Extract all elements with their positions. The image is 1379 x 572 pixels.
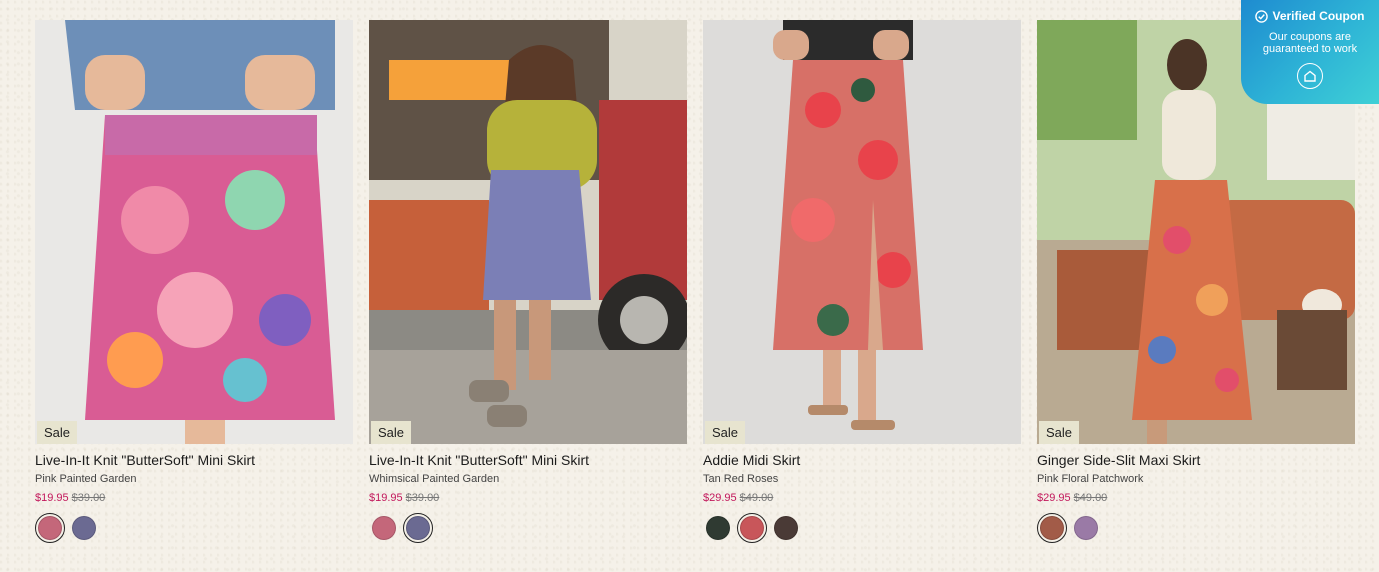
product-prices: $29.95 $49.00 bbox=[1037, 492, 1355, 504]
original-price: $49.00 bbox=[739, 492, 774, 504]
swatch-dot bbox=[372, 516, 396, 540]
sale-price: $29.95 bbox=[703, 492, 737, 504]
product-title[interactable]: Addie Midi Skirt bbox=[703, 451, 1021, 469]
check-circle-icon bbox=[1255, 9, 1269, 23]
product-image[interactable]: Sale bbox=[703, 20, 1021, 444]
product-color-name: Tan Red Roses bbox=[703, 473, 779, 485]
color-swatch-purple-patchwork[interactable] bbox=[1071, 513, 1101, 543]
coupon-title-row: Verified Coupon bbox=[1241, 9, 1379, 23]
product-title[interactable]: Live-In-It Knit "ButterSoft" Mini Skirt bbox=[35, 451, 353, 469]
color-swatches bbox=[703, 513, 1021, 543]
product-image[interactable]: Sale bbox=[35, 20, 353, 444]
product-photo bbox=[35, 20, 353, 444]
product-color-name: Pink Painted Garden bbox=[35, 473, 137, 485]
product-photo bbox=[369, 20, 687, 444]
sale-badge: Sale bbox=[1039, 421, 1080, 444]
original-price: $39.00 bbox=[405, 492, 440, 504]
swatch-dot bbox=[706, 516, 730, 540]
coupon-text: Our coupons are guaranteed to work bbox=[1262, 31, 1358, 55]
swatch-dot bbox=[72, 516, 96, 540]
product-grid: Sale Live-In-It Knit "ButterSoft" Mini S… bbox=[35, 20, 1355, 543]
color-swatch-pink-painted-garden[interactable] bbox=[35, 513, 65, 543]
product-color-name: Pink Floral Patchwork bbox=[1037, 473, 1144, 485]
swatch-dot bbox=[740, 516, 764, 540]
product-card[interactable]: Sale Live-In-It Knit "ButterSoft" Mini S… bbox=[369, 20, 687, 543]
sale-price: $19.95 bbox=[369, 492, 403, 504]
swatch-dot bbox=[774, 516, 798, 540]
color-swatch-pink-painted-garden[interactable] bbox=[369, 513, 399, 543]
product-prices: $19.95 $39.00 bbox=[369, 492, 687, 504]
swatch-dot bbox=[1074, 516, 1098, 540]
color-swatches bbox=[369, 513, 687, 543]
product-prices: $29.95 $49.00 bbox=[703, 492, 1021, 504]
product-color-name: Whimsical Painted Garden bbox=[369, 473, 500, 485]
verified-coupon-widget[interactable]: Verified Coupon Our coupons are guarante… bbox=[1241, 0, 1379, 104]
product-title[interactable]: Live-In-It Knit "ButterSoft" Mini Skirt bbox=[369, 451, 687, 469]
product-card[interactable]: Sale Live-In-It Knit "ButterSoft" Mini S… bbox=[35, 20, 353, 543]
sale-badge: Sale bbox=[371, 421, 412, 444]
product-image[interactable]: Sale bbox=[369, 20, 687, 444]
color-swatch-tan-red-roses[interactable] bbox=[737, 513, 767, 543]
color-swatch-whimsical-painted-garden[interactable] bbox=[403, 513, 433, 543]
sale-price: $19.95 bbox=[35, 492, 69, 504]
color-swatches bbox=[35, 513, 353, 543]
house-icon bbox=[1304, 70, 1316, 82]
house-logo-icon bbox=[1297, 63, 1323, 89]
color-swatch-whimsical-painted-garden[interactable] bbox=[69, 513, 99, 543]
color-swatches bbox=[1037, 513, 1355, 543]
swatch-dot bbox=[406, 516, 430, 540]
swatch-dot bbox=[1040, 516, 1064, 540]
color-swatch-dark-floral[interactable] bbox=[771, 513, 801, 543]
color-swatch-pink-floral-patchwork[interactable] bbox=[1037, 513, 1067, 543]
color-swatch-black-floral[interactable] bbox=[703, 513, 733, 543]
product-photo bbox=[703, 20, 1021, 444]
product-title[interactable]: Ginger Side-Slit Maxi Skirt bbox=[1037, 451, 1355, 469]
sale-price: $29.95 bbox=[1037, 492, 1071, 504]
sale-badge: Sale bbox=[705, 421, 746, 444]
original-price: $49.00 bbox=[1073, 492, 1108, 504]
sale-badge: Sale bbox=[37, 421, 78, 444]
product-card[interactable]: Sale Addie Midi Skirt Tan Red Roses $29.… bbox=[703, 20, 1021, 543]
original-price: $39.00 bbox=[71, 492, 106, 504]
swatch-dot bbox=[38, 516, 62, 540]
product-prices: $19.95 $39.00 bbox=[35, 492, 353, 504]
coupon-title: Verified Coupon bbox=[1272, 9, 1365, 23]
